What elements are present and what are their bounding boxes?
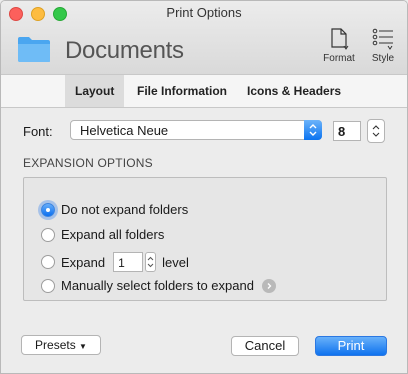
popup-arrows-icon <box>304 120 322 140</box>
print-button[interactable]: Print <box>315 336 387 356</box>
font-size-stepper[interactable] <box>367 119 385 143</box>
level-stepper[interactable] <box>145 252 157 272</box>
style-icon <box>372 28 393 50</box>
option-expand-all[interactable]: Expand all folders <box>41 227 164 242</box>
format-icon <box>331 28 349 50</box>
option-label: Expand <box>61 254 106 270</box>
font-family-popup[interactable]: Helvetica Neue <box>70 120 322 140</box>
format-button[interactable]: Format <box>319 25 359 64</box>
tab-icons-headers[interactable]: Icons & Headers <box>237 75 351 107</box>
radio-button[interactable] <box>41 278 55 293</box>
font-size-field[interactable]: 8 <box>333 121 361 141</box>
expansion-options-heading: EXPANSION OPTIONS <box>23 156 153 170</box>
window-title: Print Options <box>166 5 242 20</box>
stepper-arrows-icon <box>147 256 154 268</box>
disclosure-arrow-icon[interactable] <box>261 278 276 293</box>
level-field[interactable]: 1 <box>113 252 144 272</box>
toolbar: Print Options Documents Format Style <box>1 1 407 74</box>
presets-label: Presets <box>35 338 76 352</box>
radio-button[interactable] <box>41 227 55 242</box>
option-expand-level[interactable]: Expand 1 level <box>41 252 189 272</box>
print-options-window: Print Options Documents Format Style Lay… <box>0 0 408 374</box>
style-button[interactable]: Style <box>363 25 403 64</box>
tab-file-information[interactable]: File Information <box>127 75 237 107</box>
presets-button[interactable]: Presets ▼ <box>21 335 101 355</box>
option-label: Do not expand folders <box>61 202 189 217</box>
folder-icon <box>18 37 50 62</box>
option-manually-select[interactable]: Manually select folders to expand <box>41 278 276 293</box>
style-label: Style <box>371 53 395 64</box>
tab-layout[interactable]: Layout <box>65 75 125 107</box>
radio-button-selected[interactable] <box>41 202 55 217</box>
option-label: Expand all folders <box>61 227 165 242</box>
document-title: Documents <box>65 37 184 64</box>
font-family-value: Helvetica Neue <box>80 123 169 138</box>
option-label: Manually select folders to expand <box>61 278 254 293</box>
font-label: Font: <box>23 124 53 139</box>
tab-bar: Layout File Information Icons & Headers <box>1 74 407 108</box>
level-suffix-label: level <box>162 254 189 270</box>
stepper-arrows-icon <box>372 125 380 137</box>
option-do-not-expand[interactable]: Do not expand folders <box>41 202 188 217</box>
format-label: Format <box>323 53 355 64</box>
radio-button[interactable] <box>41 255 55 269</box>
cancel-button[interactable]: Cancel <box>231 336 299 356</box>
dropdown-arrow-icon: ▼ <box>79 342 87 351</box>
